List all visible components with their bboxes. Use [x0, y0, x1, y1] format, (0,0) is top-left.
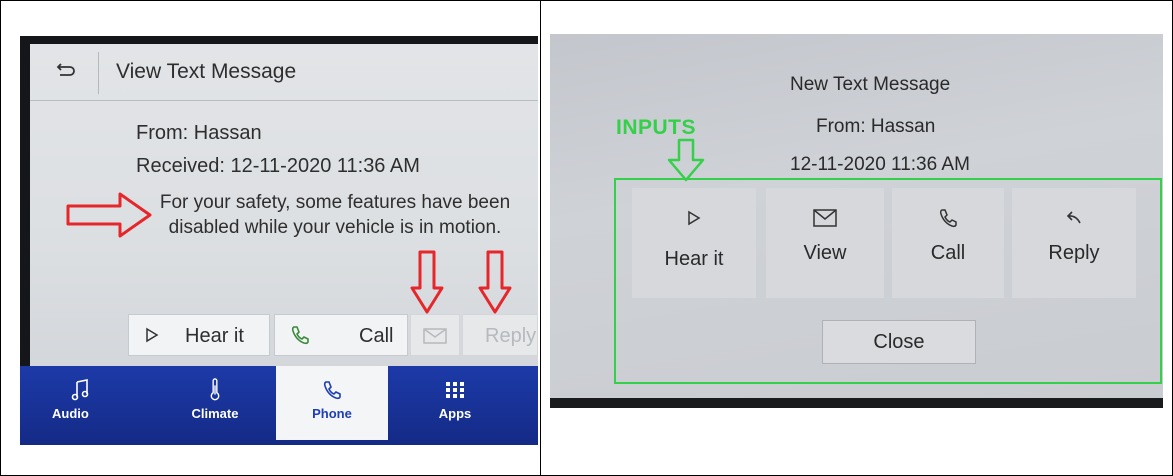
- hear-it-label: Hear it: [185, 325, 244, 347]
- view-text-message-screen: View Text Message From: Hassan Received:…: [30, 44, 538, 374]
- nav-item-climate[interactable]: Climate: [160, 366, 270, 438]
- new-message-from: From: Hassan: [816, 116, 936, 137]
- view-button[interactable]: View: [766, 188, 884, 298]
- thermometer-icon: [210, 378, 220, 401]
- hear-it-button[interactable]: Hear it: [128, 314, 270, 356]
- safety-notice: For your safety, some features have been…: [150, 190, 520, 240]
- inputs-annotation-label: INPUTS: [616, 116, 697, 139]
- reply-icon: [1066, 211, 1081, 224]
- bottom-nav-bar: Audio Climate Phone Apps: [20, 366, 538, 445]
- phone-icon: [291, 326, 309, 345]
- red-arrow-down-annotation: [478, 250, 512, 314]
- nav-phone-label: Phone: [312, 406, 352, 421]
- right-screen-photo: New Text Message From: Hassan 12-11-2020…: [550, 34, 1163, 408]
- call-button[interactable]: Call: [274, 314, 408, 356]
- safety-notice-line-1: For your safety, some features have been: [159, 192, 511, 213]
- phone-icon: [323, 381, 341, 400]
- header-title: View Text Message: [116, 60, 297, 83]
- nav-apps-label: Apps: [438, 406, 472, 421]
- hear-it-button[interactable]: Hear it: [632, 188, 756, 298]
- message-action-bar: Hear it Call Reply: [30, 314, 538, 356]
- call-label: Call: [359, 325, 394, 347]
- reply-button-disabled[interactable]: Reply: [462, 314, 538, 356]
- green-arrow-down-annotation: [667, 138, 705, 182]
- nav-item-apps[interactable]: Apps: [400, 366, 510, 438]
- new-message-date: 12-11-2020 11:36 AM: [790, 154, 970, 175]
- apps-grid-icon: [446, 382, 464, 398]
- view-message-button-disabled[interactable]: [410, 314, 460, 356]
- red-arrow-down-annotation: [410, 250, 444, 314]
- call-button[interactable]: Call: [892, 188, 1004, 298]
- reply-label: Reply: [1048, 242, 1100, 264]
- hear-it-label: Hear it: [664, 248, 724, 270]
- header-divider: [98, 52, 99, 94]
- view-label: View: [803, 242, 847, 264]
- play-icon: [146, 327, 159, 343]
- red-arrow-right-annotation: [66, 192, 152, 238]
- play-icon: [688, 210, 701, 226]
- music-note-icon: [71, 379, 89, 401]
- message-received: Received: 12-11-2020 11:36 AM: [136, 155, 420, 177]
- new-message-title: New Text Message: [790, 74, 951, 95]
- new-text-message-screen: New Text Message From: Hassan 12-11-2020…: [550, 34, 1163, 398]
- reply-label: Reply: [485, 325, 537, 347]
- safety-notice-line-2: disabled while your vehicle is in motion…: [168, 217, 502, 238]
- nav-item-audio[interactable]: Audio: [52, 366, 140, 438]
- nav-audio-label: Audio: [52, 406, 89, 421]
- envelope-icon: [423, 328, 447, 344]
- back-icon[interactable]: [54, 60, 76, 82]
- left-screen-photo: View Text Message From: Hassan Received:…: [20, 36, 538, 445]
- envelope-icon: [813, 209, 837, 227]
- message-from: From: Hassan: [136, 122, 262, 144]
- screen-header: View Text Message: [30, 44, 538, 101]
- phone-icon: [939, 209, 957, 228]
- close-button[interactable]: Close: [822, 320, 976, 364]
- reply-button[interactable]: Reply: [1012, 188, 1136, 298]
- nav-climate-label: Climate: [191, 406, 239, 421]
- nav-item-phone[interactable]: Phone: [276, 366, 388, 440]
- call-label: Call: [930, 242, 966, 264]
